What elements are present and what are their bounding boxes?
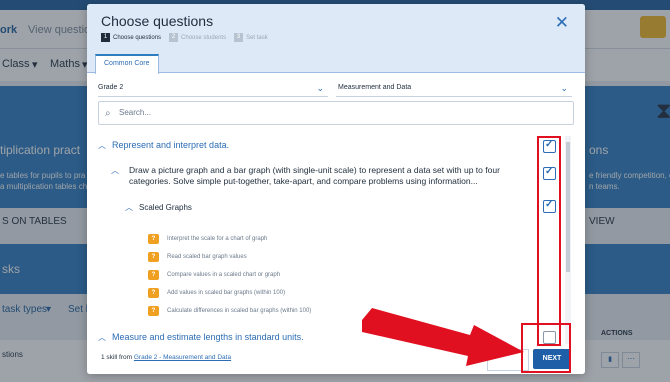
section-label: Measure and estimate lengths in standard…	[112, 332, 304, 342]
step-choose-questions: 1 Choose questions	[101, 33, 161, 42]
chevron-up-icon: ︿	[111, 166, 119, 175]
skill-icon: ?	[148, 270, 159, 280]
tab-common-core[interactable]: Common Core	[95, 54, 159, 74]
chevron-up-icon: ︿	[125, 203, 133, 212]
step-number: 3	[234, 33, 244, 42]
topic-label: Draw a picture graph and a bar graph (wi…	[129, 165, 500, 186]
skill-label: Interpret the scale for a chart of graph	[167, 236, 268, 242]
step-choose-students: 2 Choose students	[169, 33, 226, 42]
section-measure-lengths[interactable]: ︿ Measure and estimate lengths in standar…	[98, 332, 304, 343]
section-label: Represent and interpret data.	[112, 140, 230, 150]
skill-item[interactable]: ? Interpret the scale for a chart of gra…	[148, 234, 267, 244]
search-placeholder: Search...	[119, 108, 152, 117]
domain-select-value: Measurement and Data	[338, 84, 412, 91]
modal-footer: 1 skill from Grade 2 - Measurement and D…	[87, 346, 585, 374]
chevron-down-icon: ⌄	[560, 83, 568, 93]
grade-select[interactable]: Grade 2 ⌄	[98, 80, 328, 97]
domain-select[interactable]: Measurement and Data ⌄	[336, 80, 572, 97]
section-represent-data[interactable]: ︿ Represent and interpret data.	[98, 140, 229, 151]
search-input[interactable]: ⌕ Search...	[98, 101, 574, 125]
curriculum-tabs: Common Core	[87, 54, 585, 74]
skill-icon: ?	[148, 306, 159, 316]
skill-item[interactable]: ? Add values in scaled bar graphs (withi…	[148, 288, 285, 298]
step-label: Set task	[246, 34, 268, 41]
subtopic-scaled-graphs[interactable]: ︿ Scaled Graphs	[125, 202, 192, 213]
list-scrollbar[interactable]	[565, 136, 571, 344]
selection-link[interactable]: Grade 2 - Measurement and Data	[134, 354, 231, 361]
step-set-task: 3 Set task	[234, 33, 268, 42]
topic-picture-bar-graph[interactable]: ︿ Draw a picture graph and a bar graph (…	[111, 165, 519, 187]
question-tree: ︿ Represent and interpret data. ︿ Draw a …	[87, 132, 567, 346]
skill-item[interactable]: ? Read scaled bar graph values	[148, 252, 247, 262]
skill-item[interactable]: ? Compare values in a scaled chart or gr…	[148, 270, 280, 280]
choose-questions-modal: Choose questions 1 Choose questions 2 Ch…	[87, 4, 585, 374]
skill-icon: ?	[148, 234, 159, 244]
step-label: Choose questions	[113, 34, 162, 41]
chevron-down-icon: ⌄	[316, 83, 324, 93]
chevron-up-icon: ︿	[98, 333, 106, 342]
modal-header: Choose questions 1 Choose questions 2 Ch…	[87, 4, 585, 54]
skill-icon: ?	[148, 288, 159, 298]
step-number: 2	[169, 33, 179, 42]
skill-label: Add values in scaled bar graphs (within …	[167, 290, 286, 296]
modal-title: Choose questions	[101, 13, 214, 29]
grade-select-value: Grade 2	[98, 84, 124, 91]
skill-label: Calculate differences in scaled bar grap…	[167, 308, 312, 314]
skill-label: Compare values in a scaled chart or grap…	[167, 272, 281, 278]
highlight-checkbox-column	[537, 136, 561, 346]
wizard-steps: 1 Choose questions 2 Choose students 3 S…	[101, 33, 268, 42]
scrollbar-thumb[interactable]	[566, 142, 570, 272]
subtopic-label: Scaled Graphs	[139, 203, 192, 212]
skill-item[interactable]: ? Calculate differences in scaled bar gr…	[148, 306, 311, 316]
skill-icon: ?	[148, 252, 159, 262]
highlight-next-button	[521, 323, 571, 373]
selection-summary: 1 skill from Grade 2 - Measurement and D…	[101, 354, 231, 361]
close-icon[interactable]: ✕	[555, 14, 569, 31]
chevron-up-icon: ︿	[98, 141, 106, 150]
search-icon: ⌕	[105, 108, 111, 119]
step-label: Choose students	[181, 34, 227, 41]
selection-count: 1 skill from	[101, 354, 133, 361]
step-number: 1	[101, 33, 110, 42]
skill-label: Read scaled bar graph values	[167, 254, 247, 260]
